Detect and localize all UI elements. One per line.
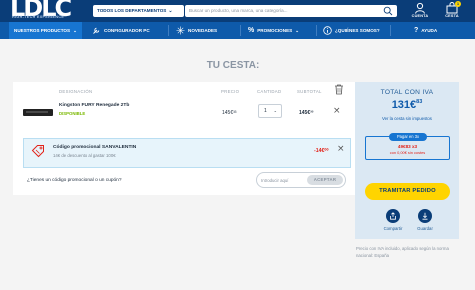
nav-label: ¿QUIÉNES SOMOS? bbox=[335, 28, 380, 33]
stock-status: DISPONIBLE bbox=[59, 111, 86, 116]
trash-icon[interactable] bbox=[334, 84, 344, 95]
product-price: 145€³³ bbox=[222, 110, 237, 116]
nav-label: PROMOCIONES bbox=[257, 28, 293, 33]
nav-promotions[interactable]: % PROMOCIONES ⌄ bbox=[248, 22, 299, 39]
save-label: Guardar bbox=[417, 226, 433, 231]
product-name[interactable]: Kingston FURY Renegade 2Tb bbox=[59, 103, 129, 108]
remove-promo-icon[interactable]: × bbox=[337, 145, 345, 154]
financing-tag: Pagar en 3x bbox=[389, 133, 427, 141]
cart-count-badge: 1 bbox=[455, 1, 461, 7]
promo-code-banner: Código promocional SANVALENTIN 14€ de de… bbox=[23, 138, 351, 168]
nav-label: CONFIGURADOR PC bbox=[104, 28, 150, 33]
departments-label: TODOS LOS DEPARTAMENTOS bbox=[97, 8, 167, 13]
promo-description: 14€ de descuento al gastar 100€ bbox=[53, 153, 116, 158]
page-title: TU CESTA: bbox=[206, 60, 260, 71]
nav-label: NUESTROS PRODUCTOS bbox=[14, 28, 71, 33]
nav-pc-configurator[interactable]: CONFIGURADOR PC bbox=[92, 22, 150, 39]
logo-tagline: HIGH-TECH EXPERIENCE bbox=[12, 15, 65, 19]
financing-amount: 49€83 x3 bbox=[397, 144, 418, 149]
search-input[interactable]: Buscar un producto, una marca, una categ… bbox=[189, 8, 288, 13]
quantity-value: 1 bbox=[264, 108, 267, 114]
nav-divider bbox=[168, 25, 169, 36]
nav-our-products[interactable]: NUESTROS PRODUCTOS ⌄ bbox=[9, 22, 82, 39]
tax-legal-note: Precio con IVA incluido, aplicado según … bbox=[356, 246, 449, 258]
share-icon bbox=[386, 209, 400, 223]
total-title: TOTAL CON IVA bbox=[380, 89, 434, 96]
apply-coupon-button[interactable]: ACEPTAR bbox=[307, 175, 343, 185]
top-header: LDLC HIGH-TECH EXPERIENCE TODOS LOS DEPA… bbox=[0, 0, 475, 22]
search-bar[interactable]: Buscar un producto, una marca, una categ… bbox=[185, 5, 397, 17]
ldlc-logo[interactable]: LDLC HIGH-TECH EXPERIENCE bbox=[10, 0, 80, 22]
search-icon[interactable] bbox=[383, 6, 393, 16]
nav-news[interactable]: NOVEDADES bbox=[176, 22, 217, 39]
financing-note: con 0,00€ sin costes bbox=[389, 150, 426, 155]
save-button[interactable]: Guardar bbox=[410, 209, 440, 231]
chevron-down-icon: ⌄ bbox=[295, 27, 300, 33]
view-without-tax-link[interactable]: Ver la cesta sin impuestos bbox=[355, 116, 459, 121]
share-button[interactable]: Compartir bbox=[378, 209, 408, 231]
cart-label: CESTA bbox=[445, 14, 459, 18]
checkout-button[interactable]: TRAMITAR PEDIDO bbox=[365, 183, 450, 200]
percent-icon: % bbox=[248, 27, 255, 34]
chevron-down-icon: ⌄ bbox=[273, 108, 277, 113]
column-header-quantity: CANTIDAD bbox=[257, 89, 282, 94]
total-cents: 83 bbox=[416, 99, 423, 105]
total-main: 131€ bbox=[391, 99, 417, 111]
question-icon: ? bbox=[414, 27, 419, 34]
column-header-subtotal: SUBTOTAL bbox=[297, 89, 322, 94]
account-label: CUENTA bbox=[411, 14, 429, 18]
nav-divider bbox=[390, 25, 391, 36]
quantity-select[interactable]: 1 ⌄ bbox=[258, 104, 282, 118]
departments-button[interactable]: TODOS LOS DEPARTAMENTOS ⌄ bbox=[93, 5, 184, 17]
financing-box[interactable]: Pagar en 3x 49€83 x3 con 0,00€ sin coste… bbox=[365, 133, 450, 160]
column-header-price: PRECIO bbox=[221, 89, 240, 94]
account-button[interactable]: CUENTA bbox=[408, 0, 432, 22]
wrench-icon bbox=[93, 27, 100, 34]
tag-icon bbox=[31, 145, 44, 158]
promo-title: Código promocional SANVALENTIN bbox=[53, 145, 137, 150]
info-icon bbox=[323, 26, 332, 35]
cart-button[interactable]: 1 CESTA bbox=[440, 0, 464, 22]
nav-about-us[interactable]: ¿QUIÉNES SOMOS? bbox=[323, 22, 380, 39]
user-icon bbox=[415, 2, 425, 14]
nav-help[interactable]: ? AYUDA bbox=[414, 22, 437, 39]
coupon-input[interactable] bbox=[261, 175, 309, 185]
total-amount: 131€83 bbox=[355, 99, 459, 111]
sparkle-icon bbox=[176, 26, 185, 35]
coupon-field: ACEPTAR bbox=[256, 172, 346, 188]
main-nav: NUESTROS PRODUCTOS ⌄ CONFIGURADOR PC NOV… bbox=[0, 22, 475, 39]
nav-divider bbox=[240, 25, 241, 36]
coupon-question: ¿Tienes un código promocional o un cupón… bbox=[27, 178, 122, 183]
promo-discount: -14€⁰⁰ bbox=[314, 148, 329, 154]
column-header-designation: DESIGNACIÓN bbox=[59, 89, 93, 94]
chevron-down-icon: ⌄ bbox=[168, 8, 173, 14]
share-label: Compartir bbox=[383, 226, 403, 231]
nav-label: NOVEDADES bbox=[188, 28, 218, 33]
chevron-down-icon: ⌄ bbox=[73, 27, 77, 33]
download-icon bbox=[418, 209, 432, 223]
product-image[interactable] bbox=[23, 109, 53, 116]
product-subtotal: 145€³³ bbox=[299, 110, 314, 116]
nav-divider bbox=[316, 25, 317, 36]
nav-label: AYUDA bbox=[421, 28, 438, 33]
remove-item-icon[interactable]: × bbox=[333, 107, 341, 116]
